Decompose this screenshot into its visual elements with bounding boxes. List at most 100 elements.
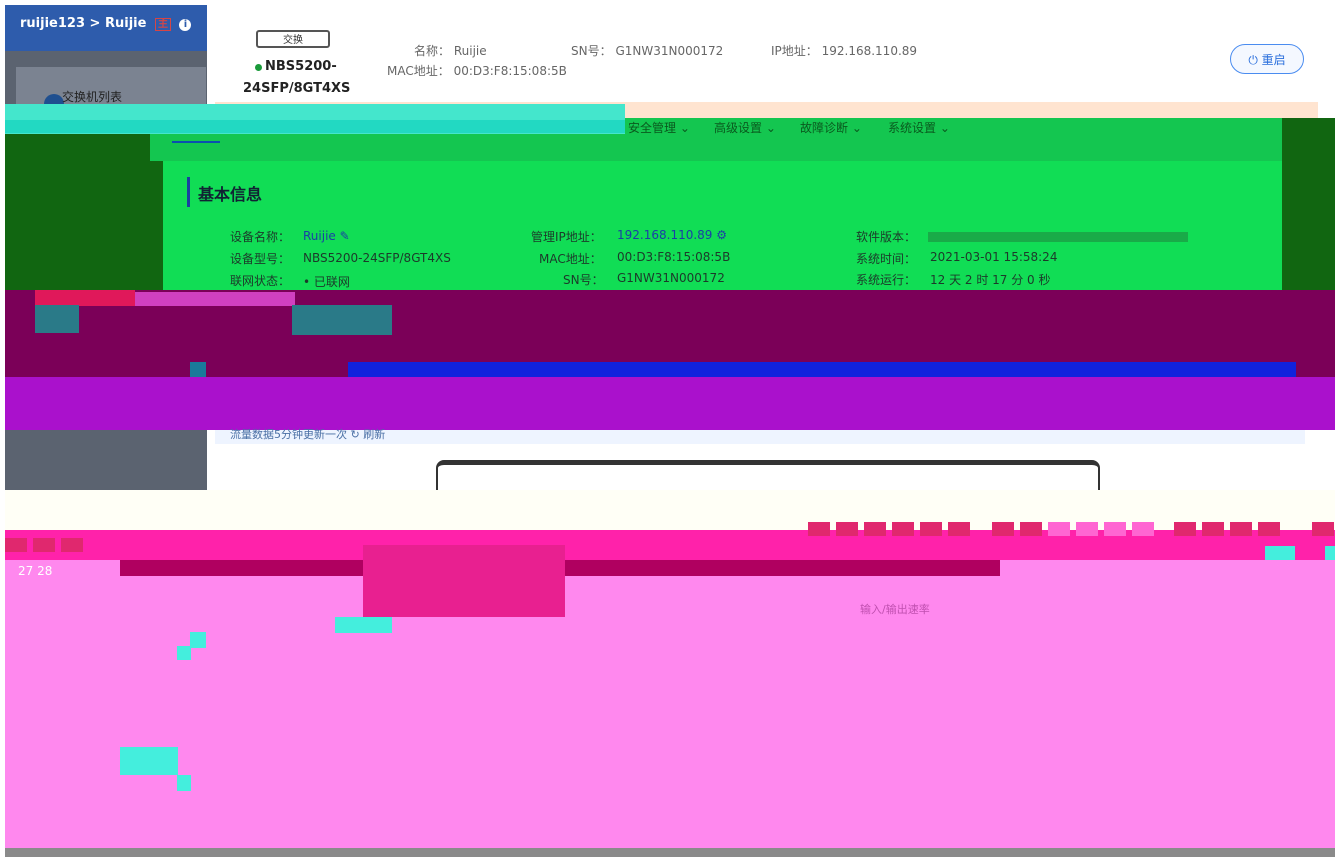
restart-button-label: 重启 <box>1261 53 1286 67</box>
online-status-dot <box>255 64 262 71</box>
port[interactable] <box>1132 522 1154 536</box>
port[interactable] <box>1202 522 1224 536</box>
mgmt-ip-text: 192.168.110.89 <box>617 228 713 242</box>
port[interactable] <box>864 522 886 536</box>
mgmt-ip-label: 管理IP地址： <box>531 230 602 244</box>
device-model-label: 设备型号： <box>230 252 291 266</box>
port[interactable] <box>892 522 914 536</box>
port[interactable] <box>948 522 970 536</box>
settings-icon[interactable]: ⚙ <box>716 228 727 242</box>
tab-security-management[interactable]: 安全管理 ⌄ <box>628 119 690 136</box>
switch-list-label[interactable]: 交换机列表 <box>62 88 122 105</box>
port[interactable] <box>61 538 83 552</box>
port[interactable] <box>1104 522 1126 536</box>
glitch-band <box>5 377 1335 430</box>
software-version-value-blurred <box>928 232 1188 242</box>
system-time-value: 2021-03-01 15:58:24 <box>930 250 1058 264</box>
glitch-strip <box>5 120 625 133</box>
online-status-dot: • <box>303 275 311 289</box>
port-detail-area <box>5 530 1335 850</box>
glitch-block <box>35 305 79 333</box>
device-name-text: Ruijie <box>303 229 336 243</box>
port[interactable] <box>992 522 1014 536</box>
network-status-text: 已联网 <box>313 275 350 289</box>
device-mac-label: MAC地址： <box>387 64 450 78</box>
port[interactable] <box>5 538 27 552</box>
port[interactable] <box>1230 522 1252 536</box>
port[interactable] <box>1174 522 1196 536</box>
glitch-block <box>190 362 206 378</box>
breadcrumb-account[interactable]: ruijie123 <box>20 16 85 31</box>
software-version-label: 软件版本： <box>856 230 917 244</box>
restart-button[interactable]: ⏻ 重启 <box>1230 44 1304 74</box>
uptime-value: 12 天 2 时 17 分 0 秒 <box>930 273 1051 287</box>
sidebar <box>5 430 207 490</box>
glitch-block <box>1282 118 1335 290</box>
tab-fault-diagnosis[interactable]: 故障诊断 ⌄ <box>800 119 862 136</box>
glitch-block <box>363 545 565 617</box>
device-sn-field: SN号： G1NW31N000172 <box>571 42 723 59</box>
sn-label: SN号： <box>563 273 604 287</box>
breadcrumb-separator: > <box>89 16 101 31</box>
device-name-label: 名称： <box>414 44 451 58</box>
port[interactable] <box>1020 522 1042 536</box>
device-ip-label: IP地址： <box>771 44 818 58</box>
device-name-field: 名称： Ruijie <box>414 42 487 59</box>
site-role-badge: 主 <box>154 18 171 31</box>
device-ip-field: IP地址： 192.168.110.89 <box>771 42 917 59</box>
device-ip-value: 192.168.110.89 <box>821 44 918 58</box>
glitch-block <box>35 290 135 306</box>
device-model-line1: NBS5200- <box>265 59 337 74</box>
breadcrumb[interactable]: ruijie123 > Ruijie 主 i <box>20 15 192 31</box>
device-name-value: Ruijie <box>453 44 487 58</box>
refresh-link[interactable]: 流量数据5分钟更新一次 ↻ 刷新 <box>230 426 385 442</box>
device-mac-field: MAC地址： 00:D3:F8:15:08:5B <box>387 62 567 79</box>
glitch-block <box>292 305 392 335</box>
device-mac-value: 00:D3:F8:15:08:5B <box>453 64 567 78</box>
io-rate-column-header: 输入/输出速率 <box>860 603 930 616</box>
device-sn-value: G1NW31N000172 <box>615 44 724 58</box>
tab-advanced-settings[interactable]: 高级设置 ⌄ <box>714 119 776 136</box>
device-summary-card <box>215 7 1318 102</box>
system-time-label: 系统时间： <box>856 252 917 266</box>
glitch-block <box>120 747 178 775</box>
port[interactable] <box>1048 522 1070 536</box>
network-status-label: 联网状态： <box>230 274 291 288</box>
tab-system-settings[interactable]: 系统设置 ⌄ <box>888 119 950 136</box>
switch-thumbnail: 交换 <box>256 30 330 48</box>
glitch-line <box>348 362 1296 377</box>
glitch-block <box>335 617 392 633</box>
device-sn-label: SN号： <box>571 44 612 58</box>
mac-value: 00:D3:F8:15:08:5B <box>617 250 731 264</box>
device-model-value: NBS5200-24SFP/8GT4XS <box>303 251 451 265</box>
uptime-label: 系统运行： <box>856 273 917 287</box>
port[interactable] <box>836 522 858 536</box>
port-number-labels: 27 28 <box>18 564 53 578</box>
device-name-label: 设备名称： <box>230 230 291 244</box>
info-icon[interactable]: i <box>179 19 192 31</box>
glitch-block <box>177 646 191 660</box>
port[interactable] <box>1312 522 1334 536</box>
footer-bar <box>5 848 1335 857</box>
edit-icon[interactable]: ✎ <box>340 229 350 243</box>
sn-value: G1NW31N000172 <box>617 271 725 285</box>
device-name-value[interactable]: Ruijie ✎ <box>303 229 350 243</box>
device-model-line2: 24SFP/8GT4XS <box>243 81 351 96</box>
port[interactable] <box>920 522 942 536</box>
section-title: 基本信息 <box>198 185 263 204</box>
port[interactable] <box>33 538 55 552</box>
network-status-value: • 已联网 <box>303 273 350 290</box>
switch-front-panel <box>436 460 1100 490</box>
mgmt-ip-value[interactable]: 192.168.110.89 ⚙ <box>617 228 727 242</box>
port[interactable] <box>1076 522 1098 536</box>
glitch-block <box>5 133 163 290</box>
glitch-block <box>177 775 191 791</box>
glitch-block <box>1265 546 1295 560</box>
port[interactable] <box>808 522 830 536</box>
glitch-block <box>190 632 206 648</box>
breadcrumb-site[interactable]: Ruijie <box>105 16 146 31</box>
power-icon: ⏻ <box>1248 53 1258 67</box>
active-tab-indicator <box>172 141 220 143</box>
port[interactable] <box>1258 522 1280 536</box>
glitch-block <box>1325 546 1335 560</box>
